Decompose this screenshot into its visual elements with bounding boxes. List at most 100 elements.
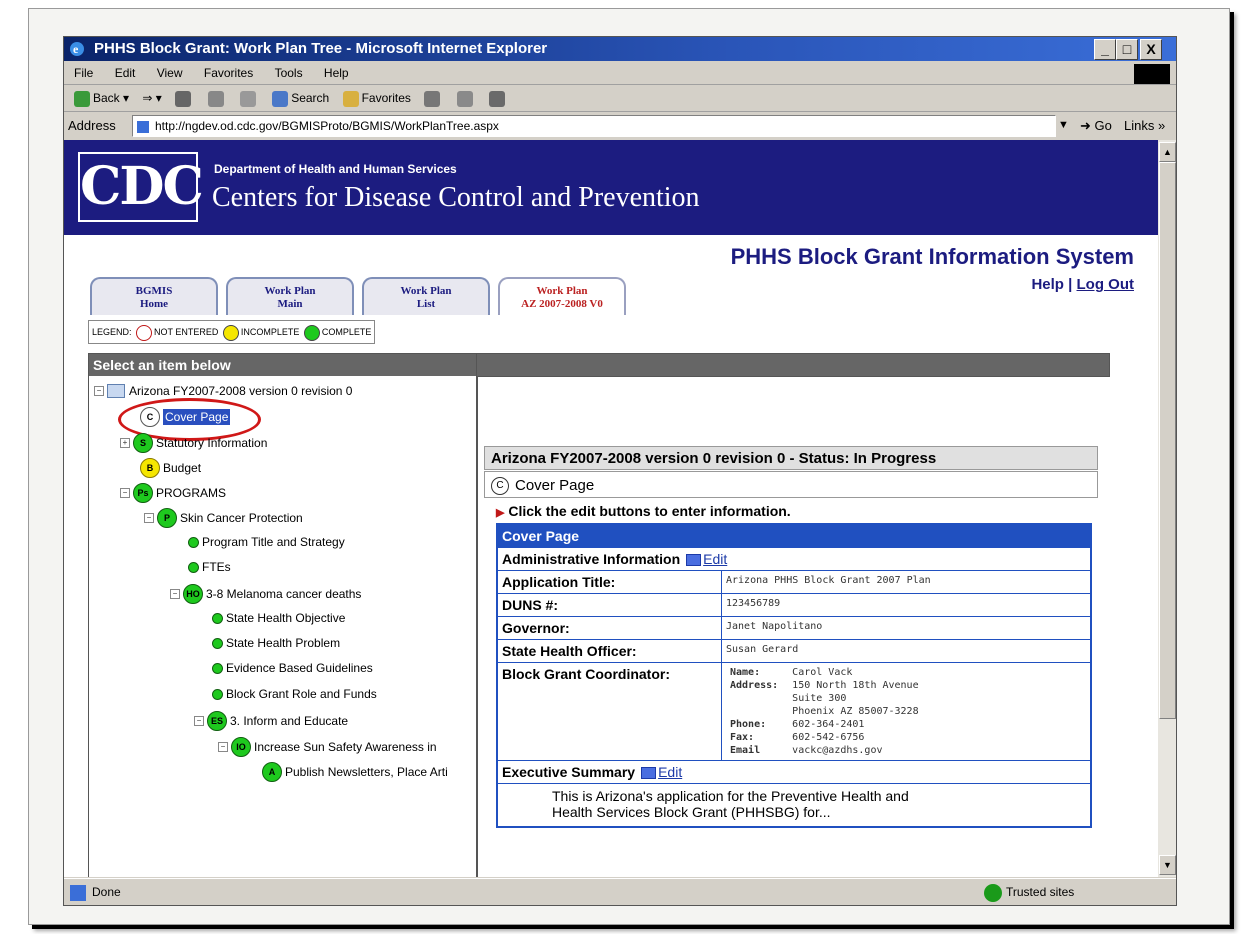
menu-favorites[interactable]: Favorites bbox=[204, 66, 253, 80]
scroll-down-icon[interactable]: ▼ bbox=[1159, 855, 1176, 875]
tree-item-state-health-objective[interactable]: State Health Objective bbox=[212, 610, 345, 626]
admin-edit-link[interactable]: Edit bbox=[703, 551, 727, 567]
address-input[interactable]: http://ngdev.od.cdc.gov/BGMISProto/BGMIS… bbox=[132, 115, 1056, 137]
tree-item-ftes[interactable]: FTEs bbox=[188, 559, 231, 575]
tree-item-programs[interactable]: − Ps PROGRAMS bbox=[120, 483, 226, 503]
status-text: Done bbox=[92, 885, 121, 899]
window-title: PHHS Block Grant: Work Plan Tree - Micro… bbox=[94, 40, 548, 57]
back-button[interactable]: Back ▾ bbox=[74, 85, 129, 111]
browser-window: e PHHS Block Grant: Work Plan Tree - Mic… bbox=[63, 36, 1177, 906]
page-content: CDC Department of Health and Human Servi… bbox=[64, 140, 1158, 877]
edit-icon[interactable] bbox=[641, 767, 657, 780]
vertical-scrollbar[interactable]: ▲ ▼ bbox=[1158, 140, 1176, 877]
maximize-button[interactable]: □ bbox=[1116, 39, 1138, 60]
scroll-thumb[interactable] bbox=[1159, 162, 1176, 719]
menu-tools[interactable]: Tools bbox=[275, 66, 303, 80]
tree-item-skin-cancer[interactable]: − P Skin Cancer Protection bbox=[144, 508, 303, 528]
tree-item-state-health-problem[interactable]: State Health Problem bbox=[212, 635, 340, 651]
back-arrow-icon bbox=[74, 90, 90, 107]
tree-item-program-title[interactable]: Program Title and Strategy bbox=[188, 534, 345, 550]
admin-row: Administrative Information Edit bbox=[498, 547, 1090, 570]
tree-header: Select an item below bbox=[89, 354, 477, 376]
ie-icon: e bbox=[70, 42, 84, 56]
address-label: Address bbox=[68, 118, 116, 133]
tab-work-plan-az[interactable]: Work Plan AZ 2007-2008 V0 bbox=[498, 277, 626, 315]
minimize-button[interactable]: _ bbox=[1094, 39, 1116, 60]
coordinator-row: Block Grant Coordinator: Name: Carol Vack… bbox=[498, 662, 1090, 760]
cdc-banner: CDC Department of Health and Human Servi… bbox=[64, 140, 1158, 235]
header-links: Help | Log Out bbox=[1031, 276, 1134, 293]
page-status-icon bbox=[70, 884, 86, 901]
tree-root[interactable]: − Arizona FY2007-2008 version 0 revision … bbox=[94, 383, 352, 399]
menu-help[interactable]: Help bbox=[324, 66, 349, 80]
history-icon[interactable] bbox=[424, 85, 443, 111]
search-icon bbox=[272, 90, 289, 107]
tree-item-newsletters[interactable]: A Publish Newsletters, Place Arti bbox=[262, 762, 448, 782]
mail-icon[interactable] bbox=[456, 85, 476, 111]
exec-summary-row: Executive Summary Edit bbox=[498, 760, 1090, 783]
tree-item-role-funds[interactable]: Block Grant Role and Funds bbox=[212, 686, 377, 702]
logout-link[interactable]: Log Out bbox=[1077, 276, 1134, 293]
favorites-button[interactable]: Favorites bbox=[342, 85, 411, 111]
menu-bar: File Edit View Favorites Tools Help bbox=[64, 62, 1176, 85]
tree-item-statutory[interactable]: + S Statutory Information bbox=[120, 433, 267, 453]
svg-text:e: e bbox=[73, 42, 79, 56]
tab-work-plan-main[interactable]: Work Plan Main bbox=[226, 277, 354, 315]
links-button[interactable]: Links » bbox=[1124, 112, 1165, 139]
menu-file[interactable]: File bbox=[74, 66, 93, 80]
incomplete-icon bbox=[222, 324, 239, 341]
address-bar: Address http://ngdev.od.cdc.gov/BGMISPro… bbox=[64, 112, 1176, 139]
scroll-up-icon[interactable]: ▲ bbox=[1159, 142, 1176, 162]
security-zone: Trusted sites bbox=[984, 879, 1074, 906]
dept-name: Department of Health and Human Services bbox=[214, 162, 457, 176]
search-button[interactable]: Search bbox=[272, 85, 329, 111]
complete-dot-icon bbox=[212, 612, 223, 624]
complete-dot-icon bbox=[212, 688, 223, 700]
status-bar: Done Trusted sites bbox=[64, 878, 1176, 906]
go-arrow-icon: ➜ bbox=[1080, 118, 1091, 133]
page-icon bbox=[137, 120, 149, 133]
table-row: DUNS #: 123456789 bbox=[498, 593, 1090, 616]
address-dropdown[interactable]: ▼ bbox=[1058, 112, 1069, 139]
print-icon[interactable] bbox=[488, 85, 508, 111]
document-icon bbox=[107, 384, 125, 398]
windows-logo-icon bbox=[1134, 64, 1170, 84]
help-link[interactable]: Help bbox=[1031, 276, 1064, 293]
close-button[interactable]: X bbox=[1140, 39, 1162, 60]
title-bar: e PHHS Block Grant: Work Plan Tree - Mic… bbox=[64, 37, 1176, 61]
table-row: State Health Officer: Susan Gerard bbox=[498, 639, 1090, 662]
edit-icon[interactable] bbox=[686, 554, 702, 567]
complete-dot-icon bbox=[212, 637, 223, 649]
tree-item-budget[interactable]: B Budget bbox=[140, 458, 201, 478]
arrow-icon: ▶ bbox=[496, 507, 505, 519]
toolbar: Back ▾ ⇒ ▾ Search Favorites bbox=[64, 85, 1176, 112]
exec-edit-link[interactable]: Edit bbox=[658, 764, 682, 780]
complete-dot-icon bbox=[212, 662, 223, 674]
org-name: Centers for Disease Control and Preventi… bbox=[212, 182, 700, 213]
menu-edit[interactable]: Edit bbox=[115, 66, 136, 80]
go-button[interactable]: ➜ Go bbox=[1080, 112, 1112, 139]
complete-icon bbox=[303, 324, 320, 341]
stop-icon[interactable] bbox=[175, 85, 194, 111]
exec-summary-text: This is Arizona's application for the Pr… bbox=[498, 783, 1090, 826]
forward-button[interactable]: ⇒ ▾ bbox=[142, 85, 161, 111]
legend: LEGEND: NOT ENTERED INCOMPLETE COMPLETE bbox=[88, 320, 376, 344]
tab-work-plan-list[interactable]: Work Plan List bbox=[362, 277, 490, 315]
refresh-icon[interactable] bbox=[207, 85, 227, 111]
table-row: Application Title: Arizona PHHS Block Gra… bbox=[498, 570, 1090, 593]
tab-bgmis-home[interactable]: BGMIS Home bbox=[90, 277, 218, 315]
cdc-logo: CDC bbox=[78, 152, 204, 222]
address-url: http://ngdev.od.cdc.gov/BGMISProto/BGMIS… bbox=[155, 119, 499, 133]
tree-item-melanoma[interactable]: − HO 3-8 Melanoma cancer deaths bbox=[170, 584, 361, 604]
tree-item-sun-safety[interactable]: − IO Increase Sun Safety Awareness in bbox=[218, 737, 437, 757]
tree-item-inform-educate[interactable]: − ES 3. Inform and Educate bbox=[194, 711, 348, 731]
not-entered-icon bbox=[136, 324, 153, 341]
cover-page-table: Cover Page Administrative Information Edi… bbox=[496, 523, 1092, 828]
detail-page-name: C Cover Page bbox=[484, 471, 1098, 498]
collapse-icon[interactable]: − bbox=[94, 386, 104, 396]
tree-item-evidence-guidelines[interactable]: Evidence Based Guidelines bbox=[212, 660, 373, 676]
detail-title: Arizona FY2007-2008 version 0 revision 0… bbox=[484, 446, 1098, 470]
home-icon[interactable] bbox=[239, 85, 259, 111]
menu-view[interactable]: View bbox=[157, 66, 183, 80]
system-title: PHHS Block Grant Information System bbox=[730, 244, 1134, 269]
